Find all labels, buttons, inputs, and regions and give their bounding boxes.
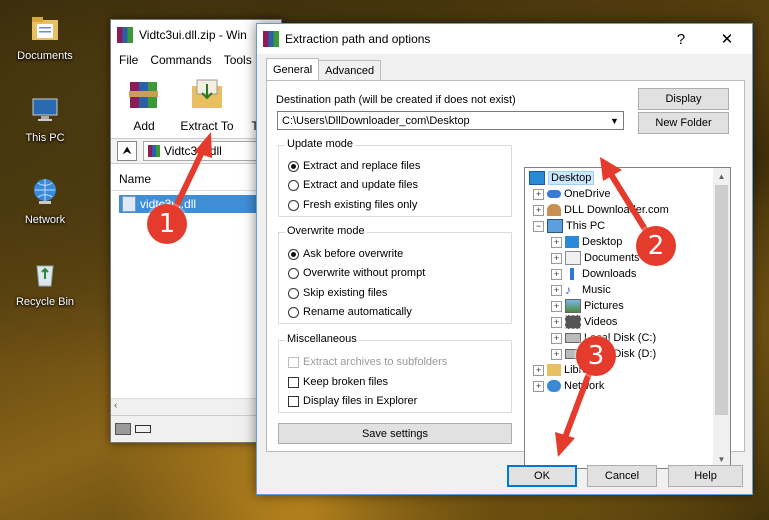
step-marker-3: 3 bbox=[576, 336, 616, 376]
step-marker-2: 2 bbox=[636, 226, 676, 266]
arrow-3 bbox=[555, 368, 593, 457]
arrow-1 bbox=[169, 132, 212, 218]
step-marker-1: 1 bbox=[147, 204, 187, 244]
arrow-2 bbox=[600, 157, 651, 237]
